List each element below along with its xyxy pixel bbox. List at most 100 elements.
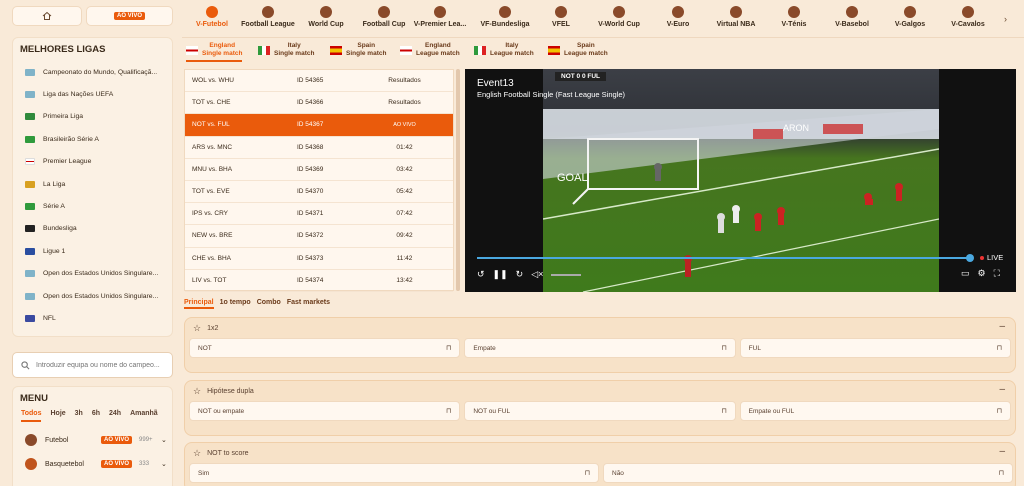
subtab-line1: England: [425, 42, 451, 49]
volume-icon[interactable]: ◁×: [531, 269, 543, 280]
league-subtab[interactable]: England League match: [400, 42, 460, 58]
market-tab[interactable]: Principal: [184, 299, 214, 309]
subtab-text: Spain Single match: [346, 42, 386, 58]
league-item[interactable]: Brasileirão Série A: [13, 128, 172, 150]
market-header[interactable]: ☆ Hipótese dupla –: [185, 381, 1015, 401]
chevron-down-icon[interactable]: ⌄: [161, 436, 167, 444]
search-box[interactable]: [12, 352, 173, 378]
star-icon[interactable]: ☆: [193, 386, 201, 397]
market-tab[interactable]: Combo: [257, 299, 281, 309]
league-item[interactable]: Open dos Estados Unidos Singulare...: [13, 263, 172, 285]
market-header[interactable]: ☆ 1x2 –: [185, 318, 1015, 338]
nav-item[interactable]: V-Euro: [650, 6, 706, 28]
league-subtab[interactable]: Italy Single match: [258, 42, 314, 58]
league-subtab[interactable]: England Single match: [186, 42, 243, 62]
menu-tab[interactable]: 3h: [75, 410, 83, 422]
star-icon[interactable]: ☆: [193, 323, 201, 334]
odds-label: NOT: [198, 344, 212, 352]
pause-icon[interactable]: ❚❚: [493, 269, 508, 280]
nav-item[interactable]: V-Ténis: [766, 6, 822, 28]
video-progress-track[interactable]: [477, 257, 970, 259]
nav-item[interactable]: V-Galgos: [882, 6, 938, 28]
collapse-icon[interactable]: –: [999, 446, 1005, 457]
collapse-icon[interactable]: –: [999, 321, 1005, 332]
match-row[interactable]: TOT vs. CHE ID 54366 Resultados: [185, 92, 453, 115]
league-subtab[interactable]: Spain Single match: [330, 42, 386, 58]
league-item[interactable]: Liga das Nações UEFA: [13, 83, 172, 105]
match-row[interactable]: NEW vs. BRE ID 54372 09:42: [185, 225, 453, 248]
market-tab[interactable]: Fast markets: [287, 299, 330, 309]
league-item[interactable]: Campeonato do Mundo, Qualificaçã...: [13, 61, 172, 83]
match-row[interactable]: TOT vs. EVE ID 54370 05:42: [185, 181, 453, 204]
nav-item[interactable]: Football Cup: [356, 6, 412, 28]
odds-button[interactable]: FUL ⊓: [739, 338, 1011, 358]
menu-tab[interactable]: 6h: [92, 410, 100, 422]
nav-item[interactable]: Virtual NBA: [708, 6, 764, 28]
nav-item[interactable]: VFEL: [533, 6, 589, 28]
nav-item[interactable]: V-Futebol: [184, 6, 240, 28]
video-controls: ↺ ❚❚ ↻ ◁×: [477, 269, 582, 280]
league-subtab[interactable]: Italy League match: [474, 42, 534, 58]
video-scoreboard: NOT 0 0 FUL: [555, 72, 607, 81]
menu-tab[interactable]: 24h: [109, 410, 121, 422]
odds-button[interactable]: NOT ou empate ⊓: [189, 401, 461, 421]
market-tab[interactable]: 1o tempo: [220, 299, 251, 309]
match-list-scrollbar[interactable]: [456, 69, 460, 291]
pip-icon[interactable]: ▭: [961, 268, 970, 279]
sport-item[interactable]: Basquetebol AO VIVO 333 ⌄: [13, 452, 172, 476]
menu-tab[interactable]: Amanhã: [130, 410, 158, 422]
league-subtab[interactable]: Spain League match: [548, 42, 608, 58]
flag-icon: [25, 314, 35, 322]
settings-icon[interactable]: ⚙: [978, 268, 986, 279]
volume-slider[interactable]: [551, 273, 582, 276]
menu-tab[interactable]: Hoje: [50, 410, 65, 422]
nav-item[interactable]: VF-Bundesliga: [477, 6, 533, 28]
odds-button[interactable]: NOT ou FUL ⊓: [464, 401, 736, 421]
sport-icon: [788, 6, 800, 18]
odds-button[interactable]: Empate ⊓: [464, 338, 736, 358]
collapse-icon[interactable]: –: [999, 384, 1005, 395]
nav-next-icon[interactable]: ›: [1004, 14, 1007, 24]
odds-button[interactable]: Empate ou FUL ⊓: [739, 401, 1011, 421]
nav-item[interactable]: V-Basebol: [824, 6, 880, 28]
match-row[interactable]: WOL vs. WHU ID 54365 Resultados: [185, 70, 453, 93]
league-item[interactable]: Premier League: [13, 151, 172, 173]
match-row[interactable]: IPS vs. CRY ID 54371 07:42: [185, 203, 453, 226]
forward-icon[interactable]: ↻: [516, 269, 524, 280]
search-input[interactable]: [36, 361, 166, 369]
nav-item[interactable]: V-World Cup: [591, 6, 647, 28]
league-item[interactable]: Bundesliga: [13, 218, 172, 240]
match-row[interactable]: MNU vs. BHA ID 54369 03:42: [185, 159, 453, 181]
nav-item[interactable]: V-Premier Lea...: [412, 6, 468, 28]
chevron-down-icon[interactable]: ⌄: [161, 460, 167, 468]
rewind-icon[interactable]: ↺: [477, 269, 485, 280]
market-header[interactable]: ☆ NOT to score –: [185, 443, 1015, 463]
match-row[interactable]: LIV vs. TOT ID 54374 13:42: [185, 270, 453, 292]
league-item[interactable]: La Liga: [13, 173, 172, 195]
match-row[interactable]: CHE vs. BHA ID 54373 11:42: [185, 248, 453, 270]
league-item[interactable]: Série A: [13, 195, 172, 217]
league-item[interactable]: NFL: [13, 307, 172, 329]
fullscreen-icon[interactable]: ⛶: [994, 268, 1000, 279]
odds-label: Não: [612, 469, 624, 477]
odds-button[interactable]: Não ⊓: [603, 463, 1013, 483]
sport-item[interactable]: Futebol AO VIVO 999+ ⌄: [13, 428, 172, 452]
nav-item[interactable]: V-Cavalos: [940, 6, 996, 28]
video-player[interactable]: GOAL ARON NOT 0 0 FUL Event13 English Fo…: [465, 69, 1016, 292]
menu-tab[interactable]: Todos: [21, 410, 42, 422]
live-button[interactable]: AO VIVO: [86, 6, 173, 26]
league-item[interactable]: Primeira Liga: [13, 106, 172, 128]
match-row[interactable]: NOT vs. FUL ID 54367 AO VIVO: [185, 114, 453, 137]
top-leagues-panel: MELHORES LIGAS Campeonato do Mundo, Qual…: [12, 37, 173, 337]
star-icon[interactable]: ☆: [193, 448, 201, 459]
league-item[interactable]: Ligue 1: [13, 240, 172, 262]
league-item[interactable]: Open dos Estados Unidos Singulare...: [13, 285, 172, 307]
video-progress-handle[interactable]: [966, 254, 974, 262]
nav-item[interactable]: World Cup: [298, 6, 354, 28]
match-row[interactable]: ARS vs. MNC ID 54368 01:42: [185, 137, 453, 159]
nav-item[interactable]: Football League: [240, 6, 296, 28]
match-status: 05:42: [396, 188, 413, 196]
odds-button[interactable]: NOT ⊓: [189, 338, 461, 358]
home-button[interactable]: [12, 6, 82, 26]
odds-button[interactable]: Sim ⊓: [189, 463, 599, 483]
